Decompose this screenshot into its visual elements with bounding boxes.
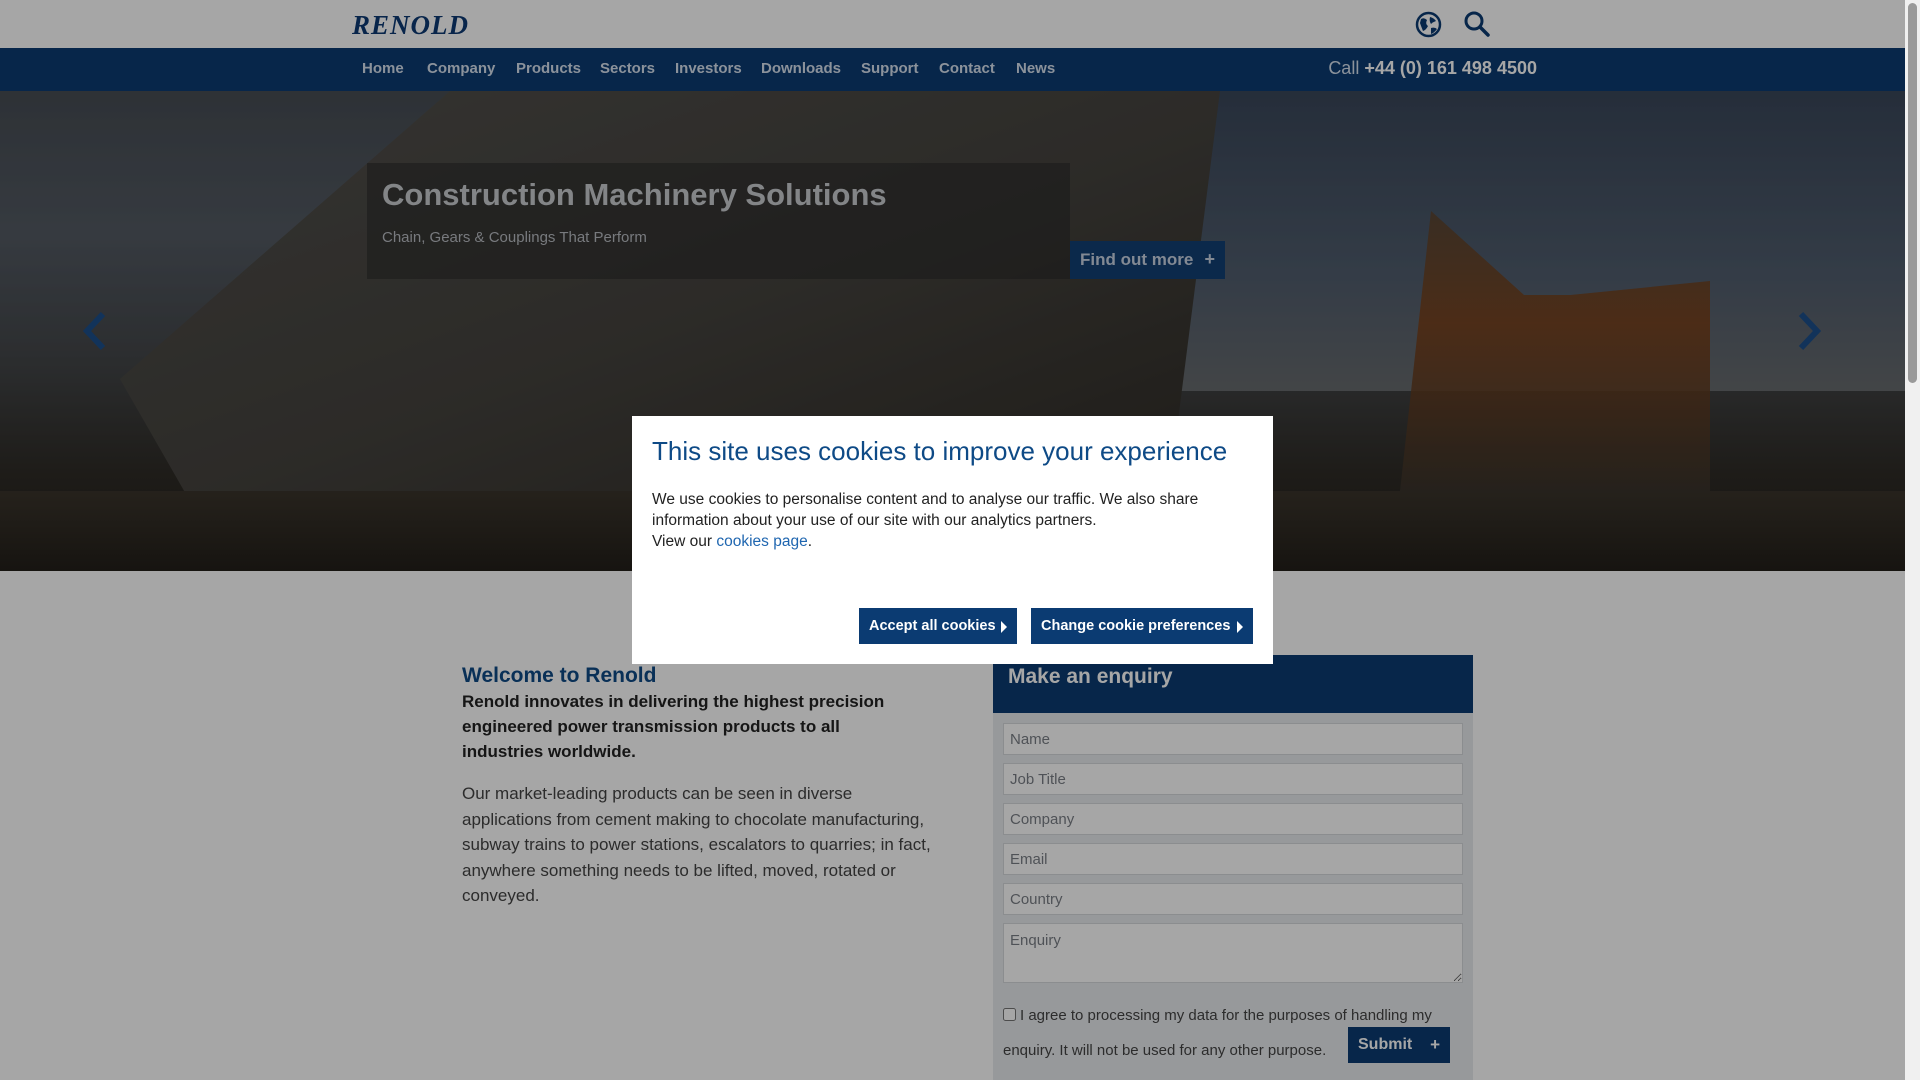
change-cookie-preferences-button[interactable]: Change cookie preferences: [1031, 608, 1253, 644]
cookie-view-prefix: View our: [652, 533, 713, 550]
cookie-modal-title: This site uses cookies to improve your e…: [652, 436, 1228, 466]
accept-all-cookies-button[interactable]: Accept all cookies: [859, 608, 1017, 644]
page-scrollbar[interactable]: [1905, 0, 1920, 1080]
accept-cookies-label: Accept all cookies: [869, 618, 996, 634]
cookie-modal-message: We use cookies to personalise content an…: [652, 489, 1252, 552]
scrollbar-thumb[interactable]: [1908, 3, 1917, 383]
caret-right-icon: [1237, 621, 1243, 633]
cookie-message-text: We use cookies to personalise content an…: [652, 491, 1199, 529]
cookie-link-suffix: .: [807, 533, 812, 550]
cookies-page-link[interactable]: cookies page: [716, 533, 807, 550]
change-cookies-label: Change cookie preferences: [1041, 618, 1231, 634]
cookie-modal: This site uses cookies to improve your e…: [632, 416, 1273, 664]
caret-right-icon: [1001, 621, 1007, 633]
